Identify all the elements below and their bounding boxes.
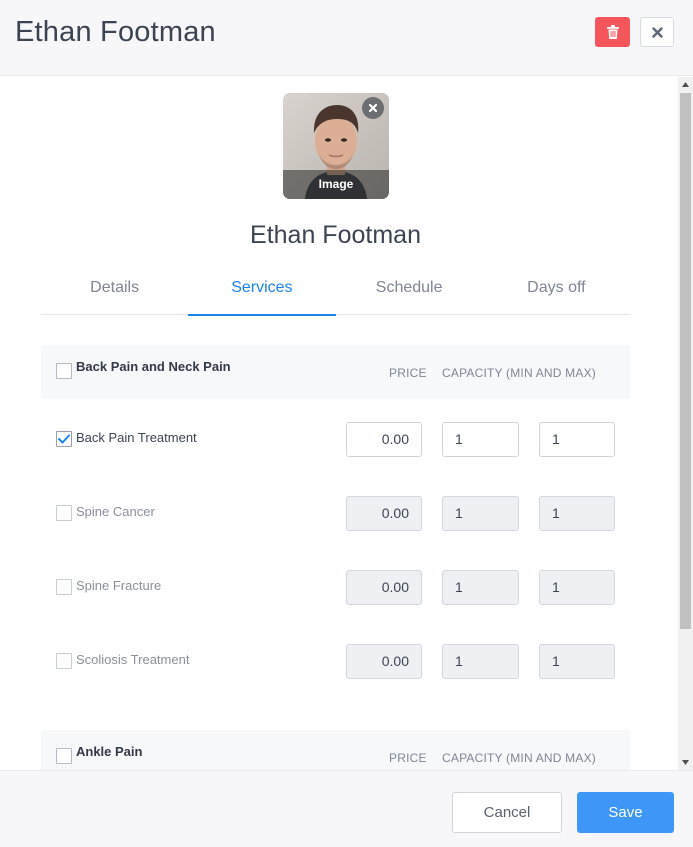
tab-services[interactable]: Services	[188, 273, 336, 316]
cancel-button[interactable]: Cancel	[452, 792, 562, 833]
capacity-max-input[interactable]: 1	[539, 422, 615, 457]
modal-body[interactable]: Image Ethan Footman Details Services Sch…	[0, 77, 678, 770]
category-name: Ankle Pain	[76, 744, 143, 759]
category-header: Back Pain and Neck Pain PRICE CAPACITY (…	[41, 345, 630, 399]
service-checkbox[interactable]	[56, 431, 72, 447]
checkmark-icon	[58, 434, 70, 444]
service-row: Spine Cancer 0.00 1 1	[41, 495, 630, 531]
arrow-down-icon	[682, 760, 689, 765]
arrow-up-icon	[682, 82, 689, 87]
capacity-min-input: 1	[442, 496, 519, 531]
capacity-max-input: 1	[539, 496, 615, 531]
service-name: Spine Fracture	[76, 578, 162, 593]
avatar-caption: Image	[283, 170, 389, 199]
price-column-header: PRICE	[389, 751, 427, 765]
capacity-max-input: 1	[539, 570, 615, 605]
close-icon	[651, 26, 663, 38]
price-input: 0.00	[346, 644, 422, 679]
page-title: Ethan Footman	[15, 16, 216, 48]
category-checkbox[interactable]	[56, 363, 72, 379]
capacity-column-header: CAPACITY (MIN AND MAX)	[442, 751, 596, 765]
profile-name: Ethan Footman	[250, 221, 421, 249]
scroll-down-button[interactable]	[678, 755, 693, 770]
tab-days-off[interactable]: Days off	[483, 273, 630, 315]
service-checkbox[interactable]	[56, 653, 72, 669]
price-input: 0.00	[346, 570, 422, 605]
tab-details[interactable]: Details	[41, 273, 188, 315]
service-row: Scoliosis Treatment 0.00 1 1	[41, 643, 630, 679]
save-button[interactable]: Save	[577, 792, 674, 833]
service-name: Scoliosis Treatment	[76, 652, 190, 667]
capacity-min-input: 1	[442, 570, 519, 605]
service-row: Spine Fracture 0.00 1 1	[41, 569, 630, 605]
scrollbar[interactable]	[678, 77, 693, 770]
tab-schedule[interactable]: Schedule	[336, 273, 483, 315]
delete-button[interactable]	[595, 17, 630, 47]
avatar-remove-button[interactable]	[362, 97, 384, 119]
price-input[interactable]: 0.00	[346, 422, 422, 457]
category-checkbox[interactable]	[56, 748, 72, 764]
modal-header: Ethan Footman	[0, 0, 693, 76]
service-row: Back Pain Treatment 0.00 1 1	[41, 421, 630, 457]
service-checkbox[interactable]	[56, 579, 72, 595]
modal-footer: Cancel Save	[0, 770, 693, 847]
service-name: Spine Cancer	[76, 504, 155, 519]
capacity-column-header: CAPACITY (MIN AND MAX)	[442, 366, 596, 380]
remove-icon	[368, 103, 378, 113]
capacity-min-input[interactable]: 1	[442, 422, 519, 457]
price-column-header: PRICE	[389, 366, 427, 380]
price-input: 0.00	[346, 496, 422, 531]
tab-bar: Details Services Schedule Days off	[41, 273, 630, 316]
service-name: Back Pain Treatment	[76, 430, 197, 445]
scroll-up-button[interactable]	[678, 77, 693, 92]
trash-icon	[606, 25, 619, 39]
category-header: Ankle Pain PRICE CAPACITY (MIN AND MAX)	[41, 730, 630, 770]
category-name: Back Pain and Neck Pain	[76, 359, 231, 374]
capacity-min-input: 1	[442, 644, 519, 679]
close-button[interactable]	[640, 17, 674, 47]
capacity-max-input: 1	[539, 644, 615, 679]
scroll-thumb[interactable]	[680, 93, 691, 629]
service-checkbox[interactable]	[56, 505, 72, 521]
